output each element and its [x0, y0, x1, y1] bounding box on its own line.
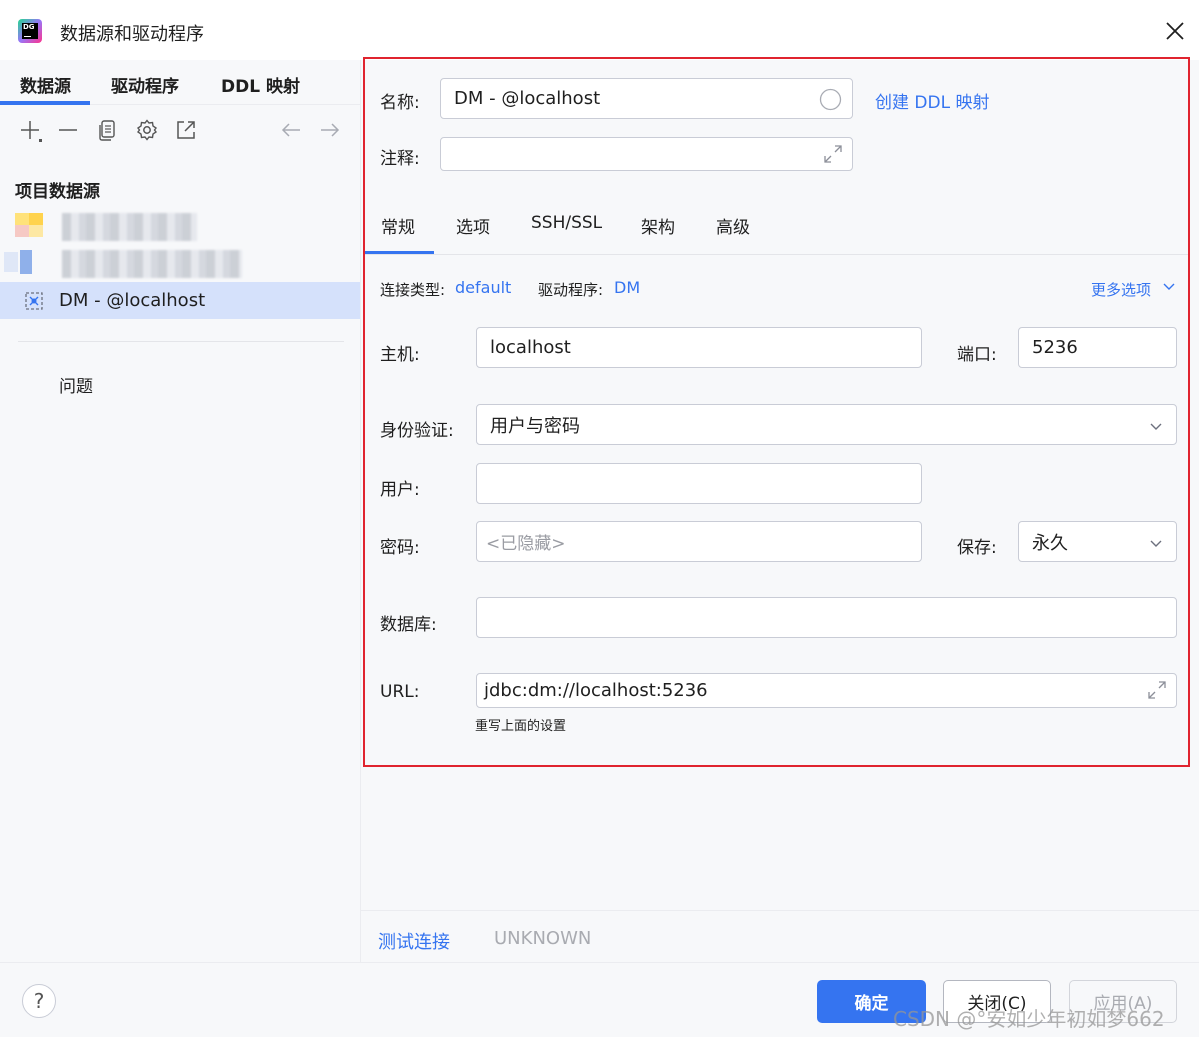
port-input-value: 5236: [1032, 337, 1078, 358]
name-label: 名称:: [380, 93, 420, 113]
remove-icon[interactable]: [56, 118, 80, 142]
close-icon[interactable]: [1162, 18, 1188, 44]
driver-label: 驱动程序:: [538, 281, 604, 299]
auth-label: 身份验证:: [380, 421, 454, 441]
url-hint: 重写上面的设置: [475, 719, 567, 734]
tree-item-dm-localhost[interactable]: DM - @localhost: [0, 282, 360, 319]
create-ddl-mapping-link[interactable]: 创建 DDL 映射: [875, 88, 989, 113]
logo-text: DG: [23, 23, 35, 31]
obscured-tree-row: [62, 250, 242, 278]
title-bar: DG 数据源和驱动程序: [0, 0, 1199, 60]
tab-general[interactable]: 常规: [363, 213, 434, 254]
back-arrow-icon[interactable]: [279, 118, 303, 142]
connection-status: UNKNOWN: [494, 928, 592, 949]
settings-icon[interactable]: [135, 118, 159, 142]
main-tab-bar: 常规 选项 SSH/SSL 架构 高级: [363, 195, 1188, 255]
tab-options[interactable]: 选项: [456, 213, 490, 238]
url-input-value: jdbc:dm://localhost:5236: [484, 680, 708, 701]
tab-advanced[interactable]: 高级: [716, 213, 750, 238]
tab-ddl-mappings[interactable]: DDL 映射: [221, 72, 300, 97]
password-label: 密码:: [380, 538, 420, 558]
forward-arrow-icon[interactable]: [318, 118, 342, 142]
database-connection-icon: [25, 292, 43, 310]
tab-drivers[interactable]: 驱动程序: [111, 72, 179, 97]
url-input[interactable]: jdbc:dm://localhost:5236: [476, 673, 1177, 708]
comment-input[interactable]: [440, 137, 853, 171]
test-connection-link[interactable]: 测试连接: [378, 928, 450, 954]
obscured-icon: [15, 213, 45, 239]
tab-data-sources[interactable]: 数据源: [0, 72, 90, 105]
left-panel: 数据源 驱动程序 DDL 映射 项目数据源 DM - @localhost 问题: [0, 60, 361, 963]
comment-label: 注释:: [380, 149, 420, 169]
section-title-project-data-sources: 项目数据源: [15, 182, 100, 202]
tree-item-label: DM - @localhost: [59, 290, 206, 311]
port-input[interactable]: 5236: [1018, 327, 1177, 368]
add-icon[interactable]: [18, 118, 42, 142]
tab-ssh-ssl[interactable]: SSH/SSL: [531, 213, 602, 233]
database-label: 数据库:: [380, 615, 437, 635]
obscured-icon: [0, 250, 32, 276]
database-input[interactable]: [476, 597, 1177, 638]
port-label: 端口:: [957, 345, 997, 365]
window-title: 数据源和驱动程序: [60, 24, 204, 45]
color-circle-icon[interactable]: [819, 88, 842, 111]
test-connection-bar: 测试连接 UNKNOWN: [361, 910, 1199, 963]
chevron-down-icon: [1150, 540, 1162, 547]
more-options-link[interactable]: 更多选项: [1091, 279, 1151, 300]
host-input[interactable]: localhost: [476, 327, 922, 368]
copy-icon[interactable]: [96, 118, 120, 142]
tab-schemas[interactable]: 架构: [641, 213, 675, 238]
host-input-value: localhost: [490, 337, 571, 358]
password-input[interactable]: <已隐藏>: [476, 521, 922, 562]
problems-item[interactable]: 问题: [59, 372, 93, 397]
save-select-value: 永久: [1032, 532, 1068, 554]
left-tab-bar: 数据源 驱动程序 DDL 映射: [0, 60, 361, 105]
save-label: 保存:: [957, 538, 997, 558]
expand-icon[interactable]: [1145, 678, 1169, 702]
user-label: 用户:: [380, 480, 420, 500]
help-button[interactable]: ?: [22, 984, 56, 1018]
connection-type-link[interactable]: default: [455, 278, 511, 297]
driver-link[interactable]: DM: [614, 278, 640, 297]
name-input-value: DM - @localhost: [454, 88, 601, 109]
export-icon[interactable]: [174, 118, 198, 142]
connection-type-label: 连接类型:: [380, 281, 446, 299]
host-label: 主机:: [380, 345, 420, 365]
user-input[interactable]: [476, 463, 922, 504]
expand-icon[interactable]: [821, 142, 845, 166]
auth-select[interactable]: 用户与密码: [476, 404, 1177, 445]
watermark: CSDN @°安如少年初如梦662: [893, 1007, 1165, 1031]
divider: [18, 341, 344, 342]
password-placeholder: <已隐藏>: [486, 534, 566, 554]
datagrip-logo-icon: DG: [18, 19, 42, 43]
save-select[interactable]: 永久: [1018, 521, 1177, 562]
chevron-down-icon: [1150, 423, 1162, 430]
chevron-down-icon[interactable]: [1161, 278, 1177, 294]
obscured-tree-row: [62, 213, 197, 241]
auth-select-value: 用户与密码: [490, 415, 580, 437]
url-label: URL:: [380, 682, 420, 702]
name-input[interactable]: DM - @localhost: [440, 78, 853, 119]
